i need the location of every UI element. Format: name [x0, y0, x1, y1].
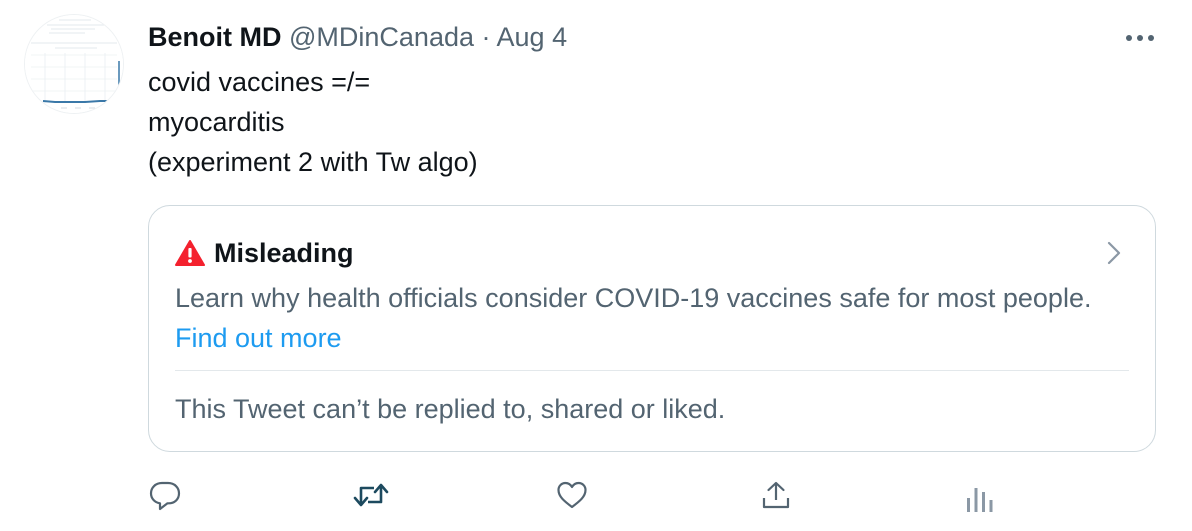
share-button[interactable] — [759, 478, 793, 517]
tweet-text-line: (experiment 2 with Tw algo) — [148, 147, 478, 177]
notice-divider — [175, 370, 1129, 371]
header-separator: · — [481, 22, 491, 52]
share-icon — [762, 481, 790, 509]
restriction-text: This Tweet can’t be replied to, shared o… — [175, 394, 726, 424]
like-icon — [557, 481, 587, 509]
author-name[interactable]: Benoit MD — [148, 22, 281, 52]
tweet-text-line: covid vaccines =/= — [148, 67, 371, 97]
misleading-notice-card: Misleading Learn why health officials co… — [148, 205, 1156, 452]
author-handle[interactable]: @MDinCanada — [289, 22, 474, 52]
retweet-icon — [353, 483, 389, 507]
analytics-icon — [967, 488, 993, 512]
warning-triangle-icon — [175, 240, 205, 266]
notice-description-text: Learn why health officials consider COVI… — [175, 283, 1092, 313]
tweet-date[interactable]: Aug 4 — [497, 22, 568, 52]
misleading-notice-link-area[interactable]: Misleading Learn why health officials co… — [149, 206, 1155, 370]
tweet-text: covid vaccines =/= myocarditis (experime… — [148, 62, 478, 182]
notice-description: Learn why health officials consider COVI… — [175, 278, 1125, 358]
avatar-chart-thumbnail — [25, 15, 123, 113]
tweet-text-line: myocarditis — [148, 107, 285, 137]
reply-button[interactable] — [148, 478, 182, 517]
avatar[interactable] — [24, 14, 124, 114]
reply-icon — [149, 481, 181, 511]
notice-label: Misleading — [214, 238, 354, 268]
retweet-button[interactable] — [352, 478, 390, 517]
like-button[interactable] — [555, 478, 589, 517]
more-options-button[interactable] — [1122, 22, 1158, 52]
find-out-more-link[interactable]: Find out more — [175, 323, 342, 353]
notice-heading: Misleading — [175, 236, 354, 270]
chevron-right-icon — [1107, 241, 1121, 265]
analytics-button[interactable] — [963, 478, 997, 521]
tweet-header: Benoit MD @MDinCanada · Aug 4 — [148, 20, 567, 54]
more-horizontal-icon — [1126, 35, 1154, 41]
